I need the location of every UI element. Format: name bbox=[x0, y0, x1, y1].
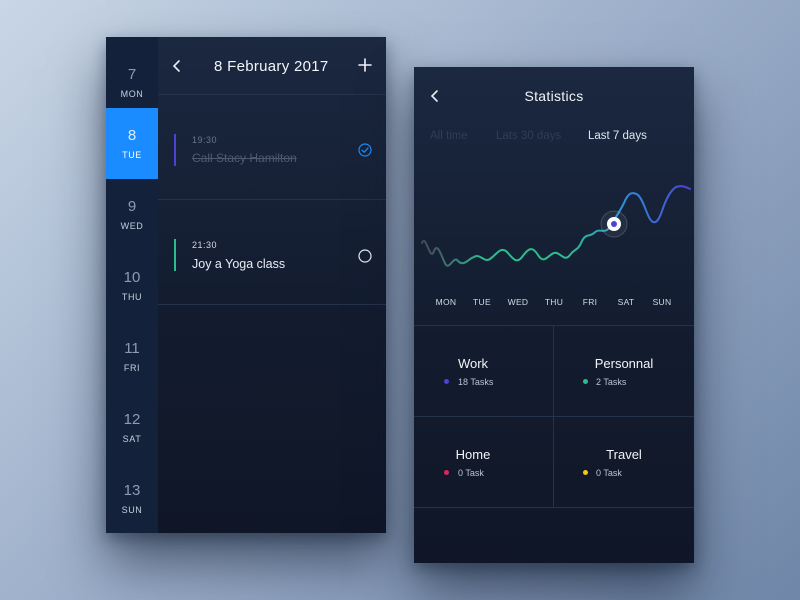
category-count: 0 Task bbox=[458, 468, 484, 478]
x-tick-label: WED bbox=[508, 297, 529, 307]
chart-series-line bbox=[421, 185, 691, 267]
day-number: 11 bbox=[124, 340, 140, 357]
tab-last-30-days[interactable]: Lats 30 days bbox=[496, 130, 561, 142]
day-of-week: WED bbox=[120, 221, 144, 231]
category-count: 18 Tasks bbox=[458, 377, 494, 387]
day-number: 10 bbox=[123, 269, 141, 286]
task-item[interactable]: 21:30 Joy a Yoga class bbox=[158, 200, 386, 305]
day-number: 9 bbox=[127, 198, 137, 215]
calendar-screen: 7 MON 8 TUE 9 WED 10 THU 11 FRI 12 SAT 1… bbox=[106, 37, 386, 533]
x-tick-label: THU bbox=[545, 297, 563, 307]
x-tick-label: FRI bbox=[583, 297, 598, 307]
day-of-week: FRI bbox=[123, 363, 141, 373]
day-number: 8 bbox=[127, 127, 137, 144]
category-name: Work bbox=[457, 356, 489, 371]
x-tick-label: SAT bbox=[618, 297, 635, 307]
x-tick-label: TUE bbox=[473, 297, 491, 307]
day-item-sat[interactable]: 12 SAT bbox=[106, 392, 158, 463]
category-color-dot bbox=[444, 379, 449, 384]
day-item-fri[interactable]: 11 FRI bbox=[106, 321, 158, 392]
day-of-week: SAT bbox=[122, 434, 142, 444]
category-name: Travel bbox=[606, 447, 642, 462]
weekly-line-chart: MON TUE WED THU FRI SAT SUN bbox=[421, 185, 691, 307]
day-item-tue[interactable]: 8 TUE bbox=[106, 108, 158, 179]
highlight-marker[interactable] bbox=[600, 210, 628, 238]
category-count: 0 Task bbox=[596, 468, 622, 478]
day-number: 13 bbox=[123, 482, 141, 499]
statistics-screen: Statistics All time Lats 30 days Last 7 … bbox=[414, 67, 694, 563]
category-card-home[interactable]: Home 0 Task bbox=[414, 417, 554, 508]
category-name: Home bbox=[455, 447, 491, 462]
category-count: 2 Tasks bbox=[596, 377, 627, 387]
x-axis-labels: MON TUE WED THU FRI SAT SUN bbox=[436, 297, 672, 307]
day-of-week: TUE bbox=[122, 150, 142, 160]
task-time: 21:30 bbox=[192, 240, 218, 250]
category-card-personal[interactable]: Personnal 2 Tasks bbox=[554, 326, 694, 417]
check-circle-icon[interactable] bbox=[358, 143, 372, 157]
day-of-week: MON bbox=[120, 89, 144, 99]
day-number: 7 bbox=[127, 66, 137, 83]
category-color-dot bbox=[583, 379, 588, 384]
task-accent-bar bbox=[174, 239, 176, 271]
category-name: Personnal bbox=[594, 356, 654, 371]
task-title: Call Stacy Hamilton bbox=[192, 151, 297, 165]
chevron-left-icon[interactable] bbox=[170, 57, 184, 75]
x-tick-label: SUN bbox=[653, 297, 672, 307]
task-title: Joy a Yoga class bbox=[192, 257, 286, 271]
day-item-thu[interactable]: 10 THU bbox=[106, 250, 158, 321]
day-column: 7 MON 8 TUE 9 WED 10 THU 11 FRI 12 SAT 1… bbox=[106, 37, 158, 533]
day-number: 12 bbox=[123, 411, 141, 428]
task-time: 19:30 bbox=[192, 135, 218, 145]
day-item-wed[interactable]: 9 WED bbox=[106, 179, 158, 250]
x-tick-label: MON bbox=[436, 297, 457, 307]
day-of-week: SUN bbox=[121, 505, 143, 515]
day-of-week: THU bbox=[121, 292, 143, 302]
category-card-travel[interactable]: Travel 0 Task bbox=[554, 417, 694, 508]
task-accent-bar bbox=[174, 134, 176, 166]
page-title: Statistics bbox=[524, 88, 584, 104]
task-item[interactable]: 19:30 Call Stacy Hamilton bbox=[158, 95, 386, 200]
category-color-dot bbox=[444, 470, 449, 475]
day-item-sun[interactable]: 13 SUN bbox=[106, 463, 158, 533]
tab-last-7-days[interactable]: Last 7 days bbox=[588, 130, 647, 142]
calendar-main: 8 February 2017 19:30 Call Stacy Hamilto… bbox=[158, 37, 386, 533]
plus-icon[interactable] bbox=[356, 54, 374, 76]
category-color-dot bbox=[583, 470, 588, 475]
calendar-date-title: 8 February 2017 bbox=[214, 58, 329, 75]
tab-all-time[interactable]: All time bbox=[430, 130, 468, 142]
calendar-header: 8 February 2017 bbox=[158, 37, 386, 95]
empty-circle-icon[interactable] bbox=[358, 249, 372, 263]
category-card-work[interactable]: Work 18 Tasks bbox=[414, 326, 554, 417]
category-grid: Work 18 Tasks Personnal 2 Tasks Home 0 T… bbox=[414, 325, 694, 508]
time-filter-tabs: All time Lats 30 days Last 7 days bbox=[414, 130, 694, 146]
